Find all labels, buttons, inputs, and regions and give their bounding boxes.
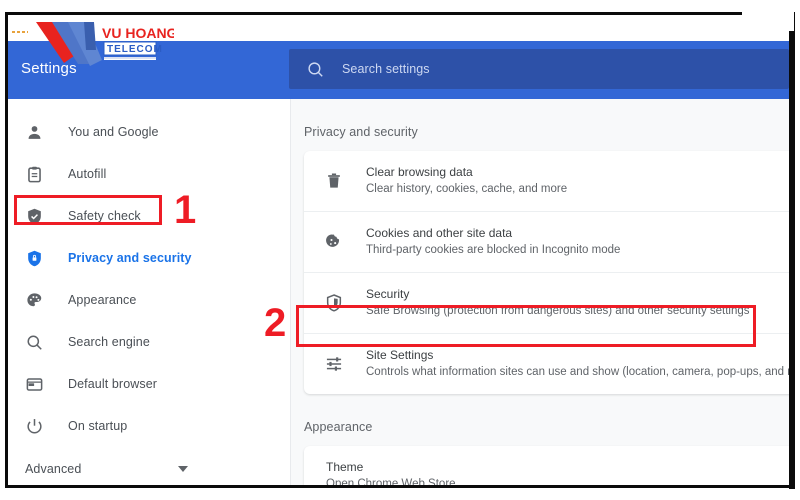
- frame-right-edge: [789, 31, 795, 489]
- sidebar-item-safety-check[interactable]: Safety check: [8, 200, 290, 232]
- search-icon: [308, 61, 323, 77]
- sidebar-item-label: Appearance: [68, 293, 137, 307]
- sidebar-item-label: Search engine: [68, 335, 150, 349]
- sidebar-item-autofill[interactable]: Autofill: [8, 158, 290, 190]
- row-clear-browsing-data[interactable]: Clear browsing data Clear history, cooki…: [304, 151, 792, 211]
- sidebar-nav: You and Google Autofill Safety check Pri…: [8, 99, 290, 485]
- row-subtitle: Safe Browsing (protection from dangerous…: [366, 305, 750, 317]
- sidebar-item-privacy-and-security[interactable]: Privacy and security: [8, 242, 290, 274]
- row-text: Theme Open Chrome Web Store: [326, 459, 456, 488]
- row-subtitle: Third-party cookies are blocked in Incog…: [366, 244, 621, 256]
- power-icon: [27, 418, 42, 433]
- search-settings-bar[interactable]: Search settings: [289, 49, 789, 89]
- dashed-marker: [12, 31, 28, 33]
- settings-body: You and Google Autofill Safety check Pri…: [8, 99, 795, 488]
- magnifier-icon: [27, 334, 42, 350]
- tune-sliders-icon: [326, 357, 342, 371]
- row-title: Clear browsing data: [366, 165, 473, 179]
- vu-hoang-telecom-logo: VU HOANG TELECOM: [36, 22, 174, 66]
- row-security[interactable]: Security Safe Browsing (protection from …: [304, 272, 792, 333]
- sidebar-item-label: Autofill: [68, 167, 107, 181]
- row-subtitle: Clear history, cookies, cache, and more: [366, 183, 568, 195]
- sidebar-item-appearance[interactable]: Appearance: [8, 284, 290, 316]
- logo-line1: VU HOANG: [102, 25, 174, 41]
- sidebar-item-on-startup[interactable]: On startup: [8, 410, 290, 442]
- row-text: Cookies and other site data Third-party …: [366, 225, 620, 259]
- sidebar-item-label: Default browser: [68, 377, 158, 391]
- settings-sidebar: You and Google Autofill Safety check Pri…: [8, 99, 291, 485]
- row-subtitle: Open Chrome Web Store: [326, 478, 456, 488]
- sidebar-item-default-browser[interactable]: Default browser: [8, 368, 290, 400]
- settings-main-content: Privacy and security Clear browsing data…: [291, 99, 795, 488]
- appearance-settings-card: Theme Open Chrome Web Store: [304, 446, 792, 488]
- sidebar-item-you-and-google[interactable]: You and Google: [8, 116, 290, 148]
- row-subtitle: Controls what information sites can use …: [366, 366, 795, 378]
- row-title: Site Settings: [366, 348, 434, 362]
- sidebar-item-label: On startup: [68, 419, 128, 433]
- search-input-placeholder: Search settings: [342, 62, 430, 76]
- row-cookies-and-other-site-data[interactable]: Cookies and other site data Third-party …: [304, 211, 792, 272]
- privacy-settings-card: Clear browsing data Clear history, cooki…: [304, 151, 795, 394]
- sidebar-item-advanced[interactable]: Advanced: [8, 452, 290, 485]
- row-text: Security Safe Browsing (protection from …: [366, 286, 750, 320]
- logo-line2: TELECOM: [107, 44, 163, 55]
- palette-icon: [27, 292, 42, 306]
- clipboard-icon: [28, 166, 41, 182]
- shield-check-icon: [28, 208, 41, 224]
- sidebar-item-label: Advanced: [25, 462, 82, 476]
- privacy-section-title: Privacy and security: [304, 125, 418, 139]
- sidebar-item-search-engine[interactable]: Search engine: [8, 326, 290, 358]
- row-title: Cookies and other site data: [366, 226, 513, 240]
- cookie-icon: [326, 234, 340, 247]
- annotation-number-2: 2: [264, 301, 287, 345]
- person-icon: [28, 125, 41, 139]
- row-text: Clear browsing data Clear history, cooki…: [366, 164, 567, 198]
- appearance-section-title: Appearance: [304, 420, 373, 434]
- screenshot-stage: Settings Search settings You and Google …: [0, 0, 800, 500]
- shield-icon: [326, 294, 342, 312]
- frame-notch: [742, 9, 794, 35]
- trash-icon: [328, 173, 340, 188]
- row-theme[interactable]: Theme Open Chrome Web Store: [304, 446, 792, 488]
- shield-lock-icon: [28, 250, 41, 266]
- browser-window-frame: Settings Search settings You and Google …: [5, 12, 795, 488]
- sidebar-item-label: You and Google: [68, 125, 159, 139]
- sidebar-item-label: Safety check: [68, 209, 141, 223]
- row-text: Site Settings Controls what information …: [366, 347, 795, 381]
- row-title: Security: [366, 287, 410, 301]
- row-title: Theme: [326, 460, 364, 474]
- annotation-number-1: 1: [174, 188, 197, 232]
- chevron-down-icon: [178, 466, 188, 472]
- row-site-settings[interactable]: Site Settings Controls what information …: [304, 333, 795, 394]
- browser-window-icon: [26, 377, 43, 391]
- sidebar-item-label: Privacy and security: [68, 251, 192, 265]
